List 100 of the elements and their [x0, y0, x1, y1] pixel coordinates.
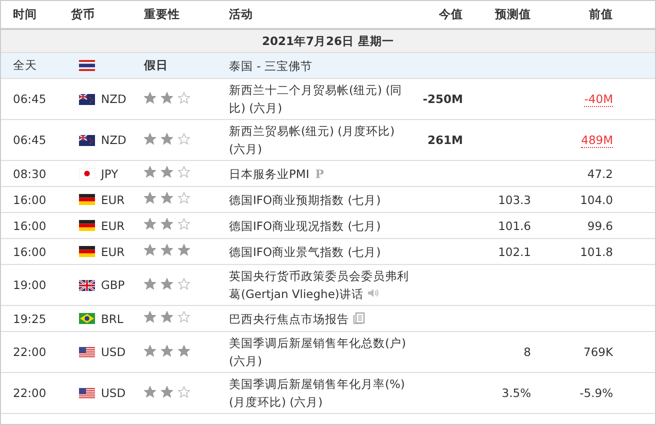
- star-icon: [178, 344, 190, 356]
- star-icon: [144, 132, 156, 144]
- forecast-value: 103.3: [498, 192, 531, 206]
- star-icon: [144, 311, 156, 323]
- previous-value: 47.2: [587, 166, 613, 180]
- holiday-label: 假日: [144, 58, 168, 72]
- previous-value: 101.8: [580, 244, 613, 258]
- time-cell-text: 19:25: [12, 312, 48, 326]
- flag-icon: [79, 346, 95, 358]
- star-icon: [161, 311, 173, 323]
- previous-value: 99.6: [587, 218, 613, 232]
- forecast-value: 102.1: [498, 244, 531, 258]
- time-cell-text: 22:00: [12, 345, 48, 359]
- star-icon: [161, 132, 173, 144]
- time-cell-text: 16:00: [12, 192, 48, 206]
- star-icon: [144, 344, 156, 356]
- forecast-value: 8: [524, 345, 531, 359]
- star-icon: [178, 92, 190, 104]
- currency-code: BRL: [101, 312, 124, 326]
- event-name: 美国季调后新屋销售年化月率(%) (月度环比) (六月): [229, 377, 405, 409]
- star-icon: [161, 92, 173, 104]
- star-icon: [178, 311, 190, 323]
- column-header: 活动: [229, 7, 254, 22]
- star-icon: [144, 92, 156, 104]
- column-header: 货币: [71, 7, 96, 22]
- event-name: 泰国 - 三宝佛节: [229, 58, 312, 72]
- column-header: 时间: [12, 7, 38, 22]
- previous-value: 104.0: [580, 192, 613, 206]
- previous-value: -5.9%: [580, 386, 613, 400]
- time-cell-text: 06:45: [12, 92, 48, 106]
- event-name: 日本服务业PMI P: [229, 166, 324, 180]
- currency-code: NZD: [101, 133, 126, 147]
- star-icon: [161, 192, 173, 204]
- time-cell-text: 16:00: [12, 244, 48, 258]
- column-header: 重要性: [144, 7, 181, 22]
- flag-icon: [79, 60, 95, 71]
- star-icon: [161, 166, 173, 178]
- time-cell-text: 06:45: [12, 133, 48, 147]
- star-icon: [144, 386, 156, 398]
- currency-code: EUR: [101, 192, 125, 206]
- star-icon: [144, 192, 156, 204]
- event-name: 德国IFO商业预期指数 (七月): [229, 192, 381, 206]
- actual-value: 261M: [428, 133, 463, 147]
- star-icon: [178, 244, 190, 256]
- flag-icon: [79, 246, 95, 257]
- currency-code: JPY: [101, 166, 118, 180]
- preliminary-label: P: [315, 166, 324, 180]
- currency-code: USD: [101, 386, 126, 400]
- flag-icon: [79, 194, 95, 205]
- currency-code: EUR: [101, 218, 125, 232]
- time-cell-text: 16:00: [12, 218, 48, 232]
- flag-icon: [79, 134, 95, 146]
- star-icon: [178, 192, 190, 204]
- previous-value: 489M: [581, 133, 613, 148]
- star-icon: [161, 386, 173, 398]
- time-cell-text: 08:30: [12, 166, 48, 180]
- forecast-value: 3.5%: [502, 386, 531, 400]
- flag-icon: [79, 313, 95, 324]
- star-icon: [144, 166, 156, 178]
- column-header: 今值: [439, 7, 463, 22]
- star-icon: [144, 278, 156, 290]
- previous-value: 769K: [584, 345, 613, 359]
- star-icon: [144, 218, 156, 230]
- event-name: 新西兰贸易帐(纽元) (月度环比) (六月): [229, 124, 395, 156]
- time-cell-text: 19:00: [12, 278, 48, 292]
- star-icon: [178, 278, 190, 290]
- forecast-value: 101.6: [498, 218, 531, 232]
- currency-code: USD: [101, 345, 126, 359]
- column-header: 预测值: [495, 7, 531, 22]
- event-name: 德国IFO商业现况指数 (七月): [229, 218, 381, 232]
- star-icon: [161, 344, 173, 356]
- star-icon: [161, 218, 173, 230]
- document-icon: [353, 312, 365, 324]
- currency-code: NZD: [101, 92, 126, 106]
- event-name: 德国IFO商业景气指数 (七月): [229, 244, 381, 258]
- speaker-icon: [367, 287, 380, 299]
- flag-icon: [79, 280, 95, 290]
- actual-value: -250M: [422, 92, 463, 106]
- time-cell-text: 22:00: [12, 386, 48, 400]
- flag-icon: [79, 168, 95, 179]
- currency-code: GBP: [101, 278, 125, 292]
- time-cell-text: 全天: [12, 58, 38, 73]
- star-icon: [178, 132, 190, 144]
- star-icon: [161, 278, 173, 290]
- flag-icon: [79, 94, 95, 104]
- date-text: 2021年7月26日 星期一: [262, 34, 394, 48]
- currency-code: EUR: [101, 244, 125, 258]
- previous-value: -40M: [584, 92, 613, 107]
- star-icon: [178, 166, 190, 178]
- star-icon: [178, 218, 190, 230]
- column-header: 前值: [589, 7, 613, 22]
- event-name: 巴西央行焦点市场报告: [229, 312, 365, 326]
- event-name: 英国央行货币政策委员会委员弗利葛(Gertjan Vlieghe)讲话: [229, 269, 409, 301]
- star-icon: [178, 386, 190, 398]
- event-name: 新西兰十二个月贸易帐(纽元) (同比) (六月): [229, 83, 402, 115]
- event-name: 美国季调后新屋销售年化总数(户) (六月): [229, 336, 406, 368]
- star-icon: [144, 244, 156, 256]
- star-icon: [161, 244, 173, 256]
- flag-icon: [79, 220, 95, 231]
- flag-icon: [79, 388, 95, 398]
